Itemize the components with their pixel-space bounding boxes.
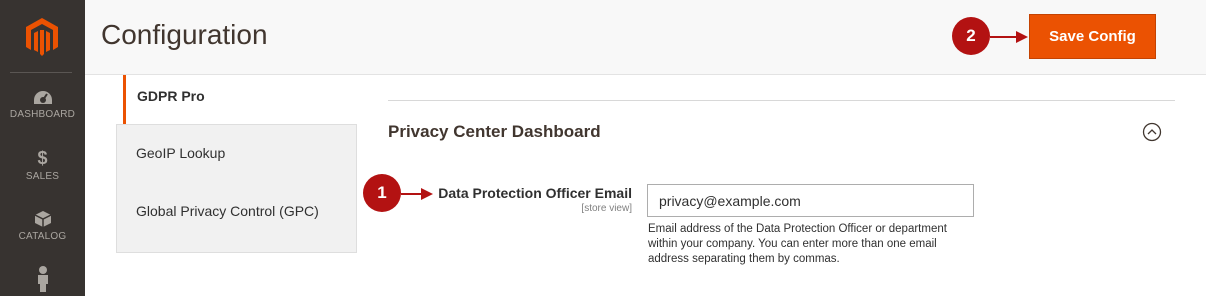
dpo-email-input[interactable] bbox=[647, 184, 974, 217]
callout-arrow-icon bbox=[990, 31, 1028, 43]
tab-gdpr-pro[interactable]: GDPR Pro bbox=[123, 75, 357, 124]
admin-sidebar: DASHBOARD $ SALES CATALOG bbox=[0, 0, 85, 296]
nav-item-customers[interactable] bbox=[0, 266, 85, 292]
tab-global-privacy-control[interactable]: Global Privacy Control (GPC) bbox=[136, 203, 319, 219]
page-title: Configuration bbox=[101, 19, 268, 50]
nav-item-catalog[interactable]: CATALOG bbox=[0, 210, 85, 242]
section-title[interactable]: Privacy Center Dashboard bbox=[388, 122, 601, 142]
store-view-scope: [store view] bbox=[581, 203, 632, 214]
customer-icon bbox=[37, 266, 48, 292]
page-header: Configuration Save Config bbox=[85, 0, 1206, 75]
dpo-email-note: Email address of the Data Protection Off… bbox=[648, 223, 947, 265]
tab-label: GDPR Pro bbox=[137, 88, 205, 104]
nav-divider bbox=[10, 72, 72, 73]
collapse-chevron-icon[interactable] bbox=[1142, 122, 1162, 142]
nav-label-dashboard: DASHBOARD bbox=[9, 109, 76, 120]
config-tabs: GDPR Pro GeoIP Lookup Global Privacy Con… bbox=[116, 75, 357, 253]
dpo-email-label: Data Protection Officer Email bbox=[438, 185, 632, 201]
box-icon bbox=[34, 211, 51, 227]
magento-logo-icon[interactable] bbox=[22, 16, 62, 58]
nav-item-dashboard[interactable]: DASHBOARD bbox=[0, 90, 85, 120]
section-divider bbox=[388, 100, 1175, 101]
nav-label-catalog: CATALOG bbox=[18, 231, 67, 242]
tab-list: GeoIP Lookup Global Privacy Control (GPC… bbox=[116, 124, 357, 253]
save-config-button[interactable]: Save Config bbox=[1029, 14, 1156, 59]
dollar-icon: $ bbox=[37, 148, 48, 168]
tab-geoip-lookup[interactable]: GeoIP Lookup bbox=[136, 145, 225, 161]
nav-label-sales: SALES bbox=[25, 171, 60, 182]
nav-item-sales[interactable]: $ SALES bbox=[0, 148, 85, 182]
dashboard-icon bbox=[33, 91, 52, 104]
callout-badge-2: 2 bbox=[952, 17, 990, 55]
